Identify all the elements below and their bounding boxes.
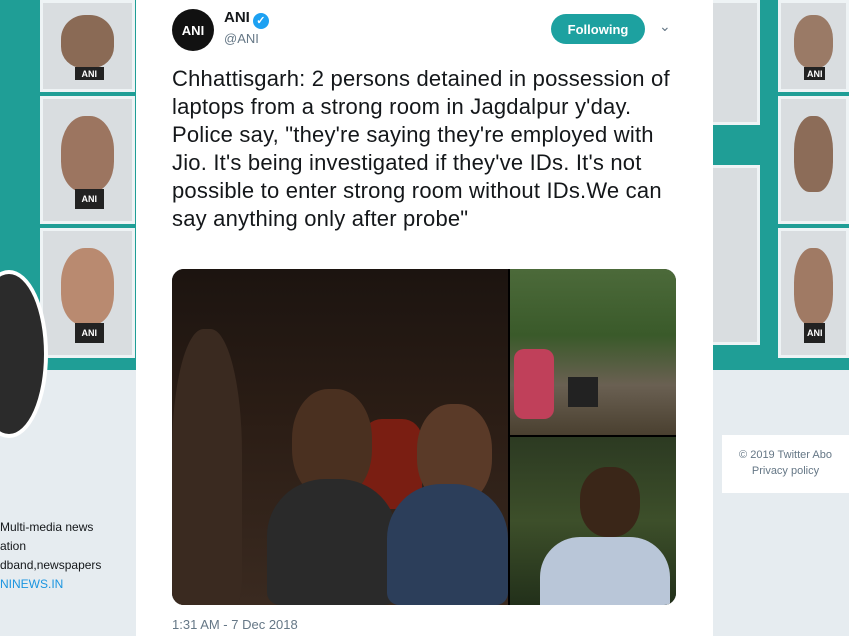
profile-website-link[interactable]: NINEWS.IN [0, 575, 132, 594]
following-button[interactable]: Following [551, 14, 645, 44]
privacy-policy-link[interactable]: Privacy policy [722, 463, 849, 479]
tweet-modal: ANI ANI ✓ @ANI Following ⌄ Chhattisgarh: … [136, 0, 713, 636]
tweet-photo-2[interactable] [510, 269, 676, 435]
ani-mic-label: ANI [75, 189, 104, 209]
tweet-timestamp[interactable]: 1:31 AM - 7 Dec 2018 [172, 617, 298, 632]
banner-photo [710, 165, 760, 345]
banner-photo: ANI [778, 0, 849, 92]
profile-bio: Multi-media news ation dband,newspapers … [0, 518, 132, 594]
ani-mic-label: ANI [804, 322, 826, 343]
tweet-photo-1[interactable] [172, 269, 508, 605]
banner-photo [778, 96, 849, 224]
author-handle[interactable]: @ANI [224, 31, 259, 46]
banner-photo: ANI [40, 0, 135, 92]
footer-card: © 2019 Twitter Abo Privacy policy [722, 435, 849, 493]
copyright-text: © 2019 Twitter Abo [739, 449, 832, 461]
author-avatar[interactable]: ANI [172, 9, 214, 51]
ani-mic-label: ANI [75, 322, 104, 343]
ani-mic-label: ANI [804, 66, 826, 81]
ani-mic-label: ANI [75, 66, 104, 81]
tweet-photo-3[interactable] [510, 437, 676, 605]
chevron-down-icon[interactable]: ⌄ [659, 18, 671, 35]
banner-photo: ANI [40, 96, 135, 224]
banner-photo [710, 0, 760, 125]
banner-photo: ANI [778, 228, 849, 358]
author-name-text[interactable]: ANI [224, 9, 250, 26]
tweet-media-grid[interactable] [172, 269, 676, 605]
tweet-text: Chhattisgarh: 2 persons detained in poss… [172, 66, 670, 231]
verified-badge-icon: ✓ [252, 13, 269, 29]
banner-photo: ANI [40, 228, 135, 358]
author-name[interactable]: ANI ✓ [224, 9, 269, 29]
